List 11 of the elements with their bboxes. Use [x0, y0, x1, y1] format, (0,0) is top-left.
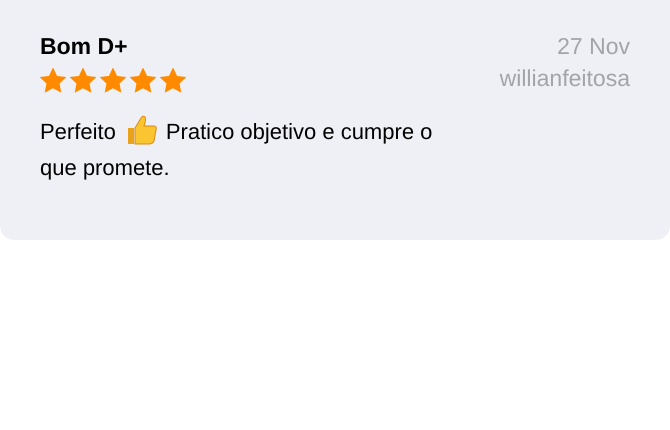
review-text: que promete. — [40, 155, 170, 180]
review-title: Bom D+ — [40, 32, 128, 61]
star-icon — [160, 68, 186, 92]
author-name: willianfeitosa — [500, 64, 630, 93]
star-icon — [40, 68, 66, 92]
star-icon — [70, 68, 96, 92]
review-text: Perfeito — [40, 118, 116, 146]
star-icon — [130, 68, 156, 92]
review-text: Pratico objetivo e cumpre o — [166, 118, 432, 146]
star-icon — [100, 68, 126, 92]
review-date: 27 Nov — [557, 32, 630, 61]
